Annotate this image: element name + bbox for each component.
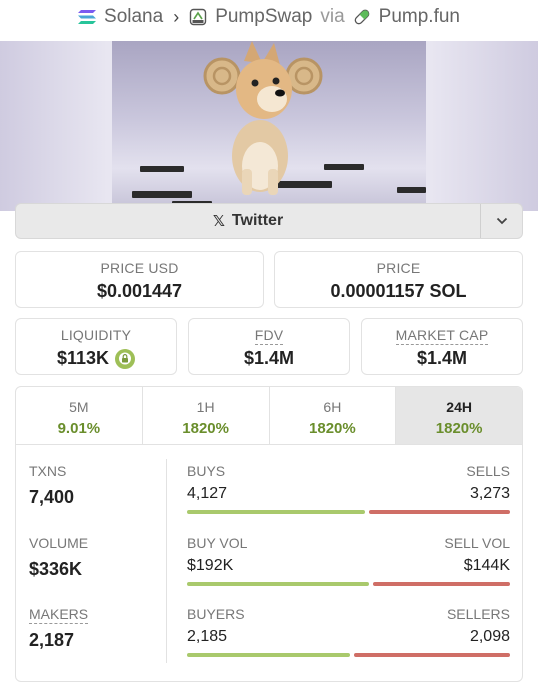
sell-segment: [369, 510, 510, 514]
price-usd-card: PRICE USD $0.001447: [15, 251, 264, 308]
buyers-label: BUYERS: [187, 606, 245, 622]
price-usd-label: PRICE USD: [100, 260, 179, 276]
market-cap-card: MARKET CAP $1.4M: [361, 318, 523, 375]
buyers-sellers-ratio-bar: [187, 653, 510, 657]
tab-change: 9.01%: [57, 420, 101, 437]
liquidity-card: LIQUIDITY $113K: [15, 318, 177, 375]
tab-label: 5M: [69, 399, 89, 415]
liquidity-label: LIQUIDITY: [60, 327, 132, 343]
tab-label: 6H: [323, 399, 342, 415]
sell-segment: [353, 653, 510, 657]
volume-label: VOLUME: [29, 535, 89, 551]
x-logo-icon: 𝕏: [212, 213, 225, 230]
txns-value: 7,400: [29, 487, 75, 507]
buy-segment: [187, 653, 350, 657]
fdv-label[interactable]: FDV: [254, 327, 284, 345]
breadcrumb-chain[interactable]: Solana: [104, 6, 163, 28]
fdv-value: $1.4M: [243, 348, 295, 368]
breadcrumb-dex[interactable]: PumpSwap: [215, 6, 312, 28]
txn-stats-panel: 5M 9.01% 1H 1820% 6H 1820% 24H 1820% TXN…: [15, 386, 523, 682]
market-cap-value: $1.4M: [416, 348, 468, 368]
sells-value: 3,273: [469, 485, 510, 502]
price-native-value: 0.00001157 SOL: [330, 281, 467, 301]
makers-row: MAKERS 2,187 BUYERS SELLERS 2,185 2,098: [16, 606, 522, 678]
sell-segment: [373, 582, 510, 586]
sellers-value: 2,098: [469, 628, 510, 645]
tab-label: 24H: [446, 399, 472, 415]
tab-1h[interactable]: 1H 1820%: [143, 387, 270, 444]
buys-label: BUYS: [187, 463, 226, 479]
tab-change: 1820%: [182, 420, 229, 437]
tab-change: 1820%: [309, 420, 356, 437]
breadcrumb-via: via: [320, 6, 345, 27]
tab-6h[interactable]: 6H 1820%: [270, 387, 397, 444]
buy-vol-value: $192K: [187, 557, 234, 574]
tab-5m[interactable]: 5M 9.01%: [16, 387, 143, 444]
tab-24h[interactable]: 24H 1820%: [396, 387, 522, 444]
pumpfun-pill-icon: [354, 9, 369, 25]
txns-row: TXNS 7,400 BUYS SELLS 4,127 3,273: [16, 463, 522, 535]
buys-value: 4,127: [187, 485, 228, 502]
volume-value: $336K: [29, 559, 83, 579]
breadcrumb-source[interactable]: Pump.fun: [379, 6, 460, 28]
timeframe-tabs: 5M 9.01% 1H 1820% 6H 1820% 24H 1820%: [16, 387, 522, 445]
buy-segment: [187, 582, 370, 586]
fdv-card: FDV $1.4M: [188, 318, 350, 375]
liquidity-lock-icon[interactable]: [115, 348, 136, 369]
doge-ram-horns-illustration: [132, 41, 426, 208]
buy-vol-label: BUY VOL: [187, 535, 248, 551]
makers-value: 2,187: [29, 630, 75, 650]
liquidity-value: $113K: [56, 348, 110, 368]
price-usd-value: $0.001447: [96, 281, 183, 301]
sell-vol-label: SELL VOL: [444, 535, 510, 551]
sell-vol-value: $144K: [463, 557, 510, 574]
token-banner-image: [0, 41, 538, 211]
market-cap-label[interactable]: MARKET CAP: [395, 327, 489, 345]
chevron-down-icon: [496, 217, 507, 225]
sellers-label: SELLERS: [446, 606, 510, 622]
makers-label[interactable]: MAKERS: [29, 606, 89, 624]
buys-sells-ratio-bar: [187, 510, 510, 514]
more-links-toggle[interactable]: [480, 204, 522, 238]
solana-icon: [78, 10, 97, 24]
stats-grid: TXNS 7,400 BUYS SELLS 4,127 3,273 VOLUME…: [16, 445, 522, 681]
breadcrumb: Solana › PumpSwap via Pump.fun: [0, 0, 538, 34]
tab-change: 1820%: [435, 420, 483, 437]
price-native-card: PRICE 0.00001157 SOL: [274, 251, 523, 308]
socials-bar: 𝕏 Twitter: [15, 203, 523, 239]
volume-ratio-bar: [187, 582, 510, 586]
pumpswap-icon: [189, 8, 207, 26]
buy-segment: [187, 510, 365, 514]
sells-label: SELLS: [466, 463, 510, 479]
buyers-value: 2,185: [187, 628, 228, 645]
tab-label: 1H: [196, 399, 215, 415]
chevron-right-icon: ›: [173, 6, 180, 27]
twitter-label: Twitter: [231, 212, 284, 229]
price-native-label: PRICE: [376, 260, 421, 276]
twitter-button[interactable]: 𝕏 Twitter: [16, 204, 480, 238]
volume-row: VOLUME $336K BUY VOL SELL VOL $192K $144…: [16, 535, 522, 607]
txns-label: TXNS: [29, 463, 67, 479]
